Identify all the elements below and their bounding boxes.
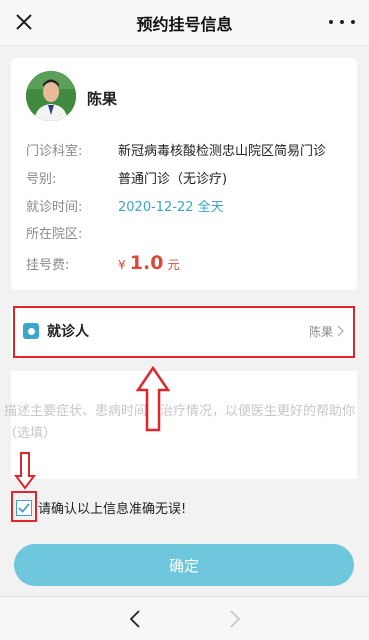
description-placeholder: 描述主要症状、患病时间及治疗情况，以便医生更好的帮助你（选填） bbox=[4, 404, 356, 441]
top-bar: 预约挂号信息 bbox=[0, 0, 369, 46]
time-value: 2020-12-22 全天 bbox=[118, 200, 224, 215]
type-row: 号别: 普通门诊（无诊疗) bbox=[26, 168, 227, 187]
bottom-nav bbox=[0, 596, 369, 640]
confirm-line: 请确认以上信息准确无误! bbox=[16, 498, 186, 517]
department-value: 新冠病毒核酸检测忠山院区简易门诊 bbox=[118, 144, 327, 159]
type-label: 号别: bbox=[26, 172, 57, 187]
more-dot bbox=[340, 20, 344, 24]
time-label: 就诊时间: bbox=[26, 200, 83, 215]
campus-row: 所在院区: bbox=[26, 223, 118, 242]
fee-unit: 元 bbox=[167, 258, 180, 272]
fee-amount: 1.0 bbox=[129, 252, 164, 274]
time-row: 就诊时间: 2020-12-22 全天 bbox=[26, 196, 224, 215]
annotation-box-patient bbox=[13, 306, 355, 358]
back-icon[interactable] bbox=[128, 609, 142, 629]
confirm-text: 请确认以上信息准确无误! bbox=[38, 502, 187, 517]
submit-button[interactable]: 确定 bbox=[14, 544, 354, 586]
avatar-image bbox=[26, 71, 76, 121]
close-icon[interactable] bbox=[14, 12, 34, 32]
fee-row: 挂号费: ¥ 1.0 元 bbox=[26, 252, 180, 274]
doctor-name: 陈果 bbox=[87, 90, 118, 108]
department-row: 门诊科室: 新冠病毒核酸检测忠山院区简易门诊 bbox=[26, 140, 326, 159]
fee-value: ¥ 1.0 元 bbox=[118, 252, 180, 274]
campus-label: 所在院区: bbox=[26, 227, 83, 242]
fee-symbol: ¥ bbox=[118, 258, 126, 272]
page-title: 预约挂号信息 bbox=[136, 14, 233, 34]
annotation-box-checkbox bbox=[11, 491, 37, 522]
department-label: 门诊科室: bbox=[26, 144, 83, 159]
annotation-arrow-up bbox=[136, 366, 170, 432]
description-field[interactable]: 描述主要症状、患病时间及治疗情况，以便医生更好的帮助你（选填） bbox=[4, 371, 357, 479]
doctor-avatar bbox=[26, 71, 76, 121]
more-dot bbox=[351, 20, 355, 24]
type-value: 普通门诊（无诊疗) bbox=[118, 172, 228, 187]
fee-label: 挂号费: bbox=[26, 258, 70, 273]
annotation-arrow-down bbox=[14, 452, 36, 490]
forward-icon[interactable] bbox=[228, 609, 242, 629]
more-dot bbox=[329, 20, 333, 24]
appointment-card: 陈果 门诊科室: 新冠病毒核酸检测忠山院区简易门诊 号别: 普通门诊（无诊疗) … bbox=[11, 58, 357, 290]
more-icon[interactable] bbox=[329, 12, 355, 32]
